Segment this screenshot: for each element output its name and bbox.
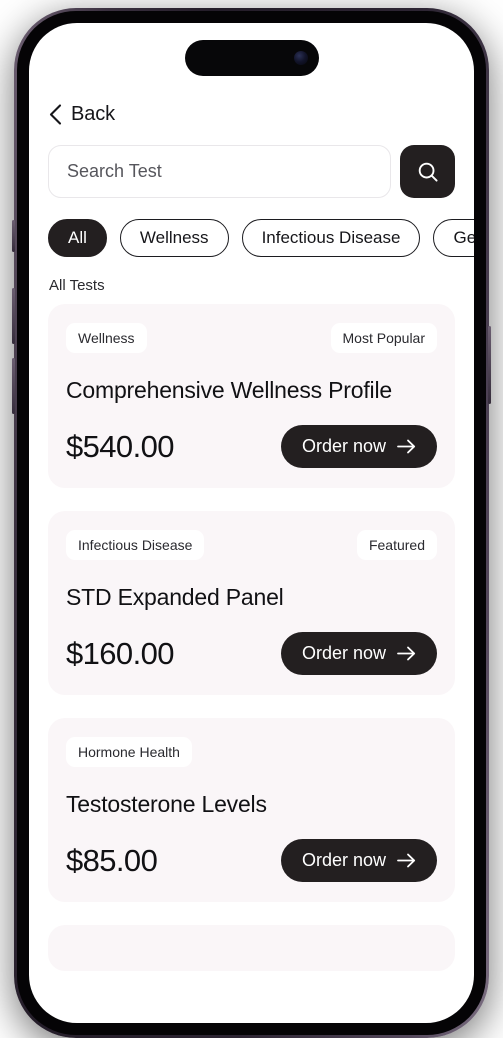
test-card[interactable]: Wellness Most Popular Comprehensive Well…	[48, 304, 455, 488]
power-button[interactable]	[488, 326, 491, 404]
lab-tests-screen: Back All We	[29, 23, 474, 1023]
test-card[interactable]: Infectious Disease Featured STD Expanded…	[48, 511, 455, 695]
search-input[interactable]	[67, 161, 372, 182]
category-tag: Wellness	[66, 323, 147, 353]
card-tag-row: Wellness Most Popular	[66, 323, 437, 353]
search-bar	[29, 131, 474, 198]
phone-screen: Back All We	[29, 23, 474, 1023]
card-footer: $540.00 Order now	[66, 425, 437, 468]
test-price: $160.00	[66, 635, 174, 671]
test-price: $540.00	[66, 428, 174, 464]
order-now-label: Order now	[301, 436, 386, 456]
category-tag: Infectious Disease	[66, 530, 205, 560]
back-button[interactable]: Back	[29, 97, 474, 131]
test-title: Comprehensive Wellness Profile	[66, 377, 392, 403]
order-now-label: Order now	[301, 850, 386, 870]
arrow-right-icon	[397, 646, 416, 661]
filter-chip-all[interactable]: All	[48, 219, 107, 257]
order-now-label: Order now	[301, 643, 386, 663]
search-submit-button[interactable]	[400, 145, 455, 198]
dynamic-island	[184, 40, 319, 76]
filter-chip-genetics[interactable]: Ge	[433, 219, 474, 257]
test-card-partial[interactable]	[48, 925, 455, 971]
section-title: All Tests	[49, 277, 105, 294]
order-now-button[interactable]: Order now	[280, 425, 437, 468]
volume-up-button[interactable]	[12, 288, 15, 344]
card-footer: $85.00 Order now	[66, 839, 437, 882]
test-price: $85.00	[66, 842, 158, 878]
test-card[interactable]: Hormone Health Testosterone Levels $85.0…	[48, 718, 455, 902]
card-tag-row: Hormone Health	[66, 737, 437, 767]
status-badge: Featured	[356, 530, 437, 560]
front-camera-icon	[293, 51, 308, 65]
order-now-button[interactable]: Order now	[280, 839, 437, 882]
status-badge: Most Popular	[330, 323, 437, 353]
test-title: STD Expanded Panel	[66, 584, 284, 610]
category-tag: Hormone Health	[66, 737, 192, 767]
test-card-list: Wellness Most Popular Comprehensive Well…	[29, 294, 474, 971]
phone-device-frame: Back All We	[12, 8, 491, 1038]
phone-bezel: Back All We	[17, 11, 486, 1035]
order-now-button[interactable]: Order now	[280, 632, 437, 675]
search-field[interactable]	[48, 145, 391, 198]
test-title: Testosterone Levels	[66, 791, 267, 817]
mute-switch[interactable]	[12, 220, 15, 252]
volume-down-button[interactable]	[12, 358, 15, 414]
filter-chip-wellness[interactable]: Wellness	[119, 219, 229, 257]
arrow-right-icon	[397, 439, 416, 454]
search-icon	[418, 162, 438, 182]
chevron-left-icon	[49, 103, 62, 125]
back-label: Back	[71, 102, 116, 125]
arrow-right-icon	[397, 853, 416, 868]
card-footer: $160.00 Order now	[66, 632, 437, 675]
card-tag-row: Infectious Disease Featured	[66, 530, 437, 560]
category-filter-row[interactable]: All Wellness Infectious Disease Ge	[29, 198, 474, 257]
filter-chip-infectious-disease[interactable]: Infectious Disease	[241, 219, 421, 257]
